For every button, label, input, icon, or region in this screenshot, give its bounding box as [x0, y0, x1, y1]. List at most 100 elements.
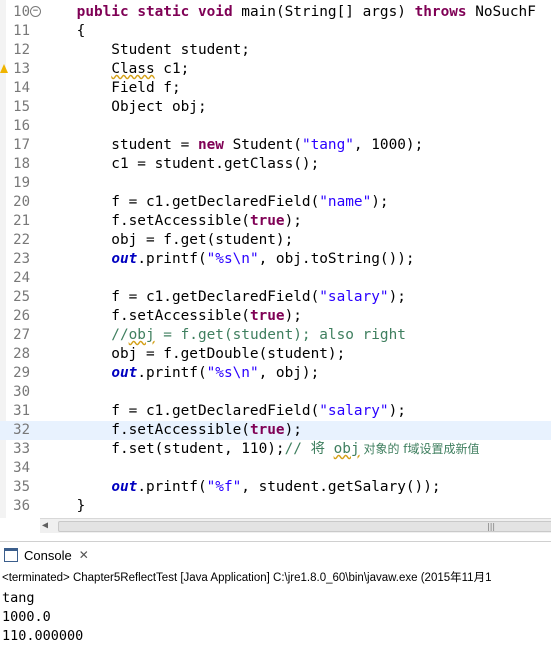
code-text: Field f;	[42, 79, 180, 98]
code-token: , student.getSalary());	[241, 479, 441, 495]
console-output: tang 1000.0 110.000000	[2, 589, 83, 646]
code-token: "tang"	[301, 137, 354, 153]
line-number: 27	[13, 327, 30, 343]
line-number: 10	[13, 4, 30, 20]
code-text: Object obj;	[42, 98, 207, 117]
warning-marker-icon[interactable]	[0, 64, 8, 73]
line-number: 32	[13, 422, 30, 438]
line-number: 33	[13, 441, 30, 457]
code-token: )	[397, 4, 415, 20]
code-line[interactable]: 17 student = new Student("tang", 1000);	[0, 136, 551, 155]
code-token: static	[137, 4, 190, 20]
line-number: 31	[13, 403, 30, 419]
line-number: 35	[13, 479, 30, 495]
code-text: student = new Student("tang", 1000);	[42, 136, 423, 155]
code-line[interactable]: 34	[0, 459, 551, 478]
code-line[interactable]: 25 f = c1.getDeclaredField("salary");	[0, 288, 551, 307]
code-line[interactable]: 13 Class c1;	[0, 60, 551, 79]
code-token: main(String[]	[232, 4, 363, 20]
console-tab-bar: Console ✕	[0, 541, 551, 568]
code-line[interactable]: 15 Object obj;	[0, 98, 551, 117]
code-token: = f.get(student); also right	[154, 327, 406, 343]
code-token: Student(	[223, 137, 302, 153]
line-number: 23	[13, 251, 30, 267]
code-line[interactable]: 21 f.setAccessible(true);	[0, 212, 551, 231]
code-line[interactable]: 14 Field f;	[0, 79, 551, 98]
code-line[interactable]: 26 f.setAccessible(true);	[0, 307, 551, 326]
line-number: 15	[13, 99, 30, 115]
code-line[interactable]: 18 c1 = student.getClass();	[0, 155, 551, 174]
code-line[interactable]: 31 f = c1.getDeclaredField("salary");	[0, 402, 551, 421]
console-status-line: <terminated> Chapter5ReflectTest [Java A…	[2, 572, 492, 584]
code-line[interactable]: 23 out.printf("%s\n", obj.toString());	[0, 250, 551, 269]
code-token: obj = f.get(student);	[42, 232, 294, 248]
scroll-left-arrow-icon[interactable]: ◀	[42, 520, 48, 531]
code-token: f = c1.getDeclaredField(	[42, 289, 320, 305]
code-token: Class	[111, 61, 155, 77]
code-token: //	[42, 327, 129, 343]
close-icon[interactable]: ✕	[79, 548, 89, 562]
code-token: c1;	[154, 61, 190, 77]
code-token: Student	[42, 42, 181, 58]
code-token: f.set(student, 110);	[42, 441, 285, 457]
code-text: obj = f.getDouble(student);	[42, 345, 345, 364]
code-token: , 1000);	[353, 137, 424, 153]
code-token: "%s\n"	[206, 251, 259, 267]
line-number: 25	[13, 289, 30, 305]
code-token: .printf(	[137, 365, 207, 381]
code-token: void	[197, 4, 233, 20]
line-number: 14	[13, 80, 30, 96]
code-line[interactable]: 36 }	[0, 497, 551, 516]
horizontal-scrollbar[interactable]: ◀ |||	[40, 518, 551, 533]
code-token: f.setAccessible(	[42, 308, 250, 324]
code-line[interactable]: 35 out.printf("%f", student.getSalary())…	[0, 478, 551, 497]
line-number: 21	[13, 213, 30, 229]
code-line[interactable]: 30	[0, 383, 551, 402]
code-token: out	[111, 479, 138, 495]
code-token: true	[249, 308, 285, 324]
line-number: 26	[13, 308, 30, 324]
code-line[interactable]: 11 {	[0, 22, 551, 41]
code-text: Student student;	[42, 41, 250, 60]
code-token: obj	[128, 327, 155, 343]
tab-console[interactable]: Console ✕	[0, 544, 95, 566]
code-line[interactable]: 29 out.printf("%s\n", obj);	[0, 364, 551, 383]
code-token: 对象的 f域设置成新值	[359, 442, 480, 456]
code-token: }	[42, 498, 86, 514]
code-line[interactable]: 28 obj = f.getDouble(student);	[0, 345, 551, 364]
code-line[interactable]: 24	[0, 269, 551, 288]
code-token: f.setAccessible(	[42, 213, 250, 229]
code-line[interactable]: 33 f.set(student, 110);// 将 obj 对象的 f域设置…	[0, 440, 551, 459]
code-token: obj	[333, 441, 360, 457]
code-text: public static void main(String[] args) t…	[42, 3, 536, 22]
scrollbar-thumb[interactable]: |||	[58, 521, 551, 532]
code-line[interactable]: 27 //obj = f.get(student); also right	[0, 326, 551, 345]
line-number: 12	[13, 42, 30, 58]
code-token: f = c1.getDeclaredField(	[42, 194, 320, 210]
scrollbar-grip-icon: |||	[487, 522, 496, 531]
console-output-line: 1000.0	[2, 609, 51, 625]
code-token: , obj);	[258, 365, 320, 381]
code-token: );	[284, 308, 302, 324]
code-token: out	[111, 251, 138, 267]
code-line[interactable]: 12 Student student;	[0, 41, 551, 60]
code-line[interactable]: 32 f.setAccessible(true);	[0, 421, 551, 440]
code-line[interactable]: 10− public static void main(String[] arg…	[0, 3, 551, 22]
code-line[interactable]: 16	[0, 117, 551, 136]
code-token: ;	[197, 99, 207, 115]
code-text: f = c1.getDeclaredField("salary");	[42, 288, 406, 307]
code-text: f.setAccessible(true);	[42, 421, 302, 440]
code-token: Object	[42, 99, 172, 115]
fold-toggle-icon[interactable]: −	[30, 6, 41, 17]
code-line[interactable]: 20 f = c1.getDeclaredField("name");	[0, 193, 551, 212]
code-text: f = c1.getDeclaredField("name");	[42, 193, 388, 212]
code-line[interactable]: 19	[0, 174, 551, 193]
code-token: "salary"	[319, 403, 389, 419]
code-editor[interactable]: 10− public static void main(String[] arg…	[0, 0, 551, 518]
line-number: 17	[13, 137, 30, 153]
code-line[interactable]: 22 obj = f.get(student);	[0, 231, 551, 250]
line-number: 20	[13, 194, 30, 210]
